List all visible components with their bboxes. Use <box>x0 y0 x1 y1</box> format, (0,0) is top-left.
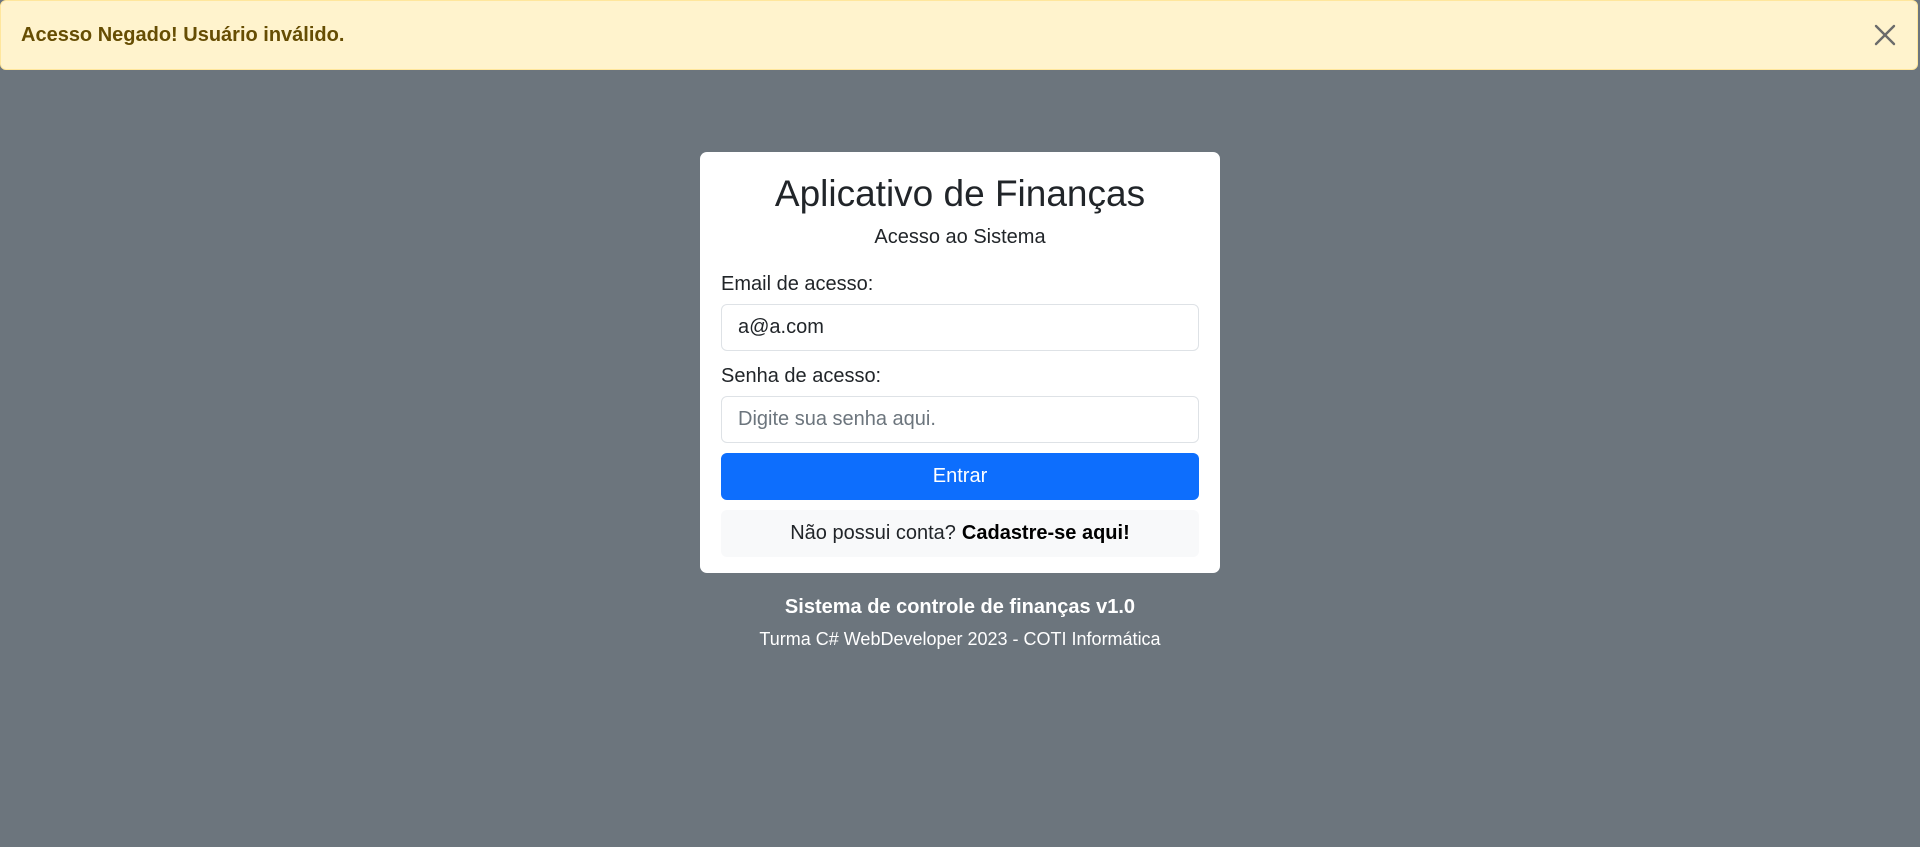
register-link[interactable]: Cadastre-se aqui! <box>962 522 1130 545</box>
login-subtitle: Acesso ao Sistema <box>874 226 1046 249</box>
app-title: Aplicativo de Finanças <box>774 173 1146 214</box>
email-field[interactable] <box>721 304 1199 352</box>
close-icon[interactable] <box>1871 21 1899 49</box>
footer-title: Sistema de controle de finanças v1.0 <box>784 596 1136 618</box>
password-field[interactable] <box>721 396 1199 444</box>
footer: Sistema de controle de finanças v1.0 Tur… <box>0 596 1920 650</box>
register-box: Não possui conta? Cadastre-se aqui! <box>721 510 1199 558</box>
footer-subtitle: Turma C# WebDeveloper 2023 - COTI Inform… <box>759 629 1161 649</box>
email-label: Email de acesso: <box>721 273 874 296</box>
access-denied-alert: Acesso Negado! Usuário inválido. <box>0 0 1918 70</box>
login-card: Aplicativo de Finanças Acesso ao Sistema… <box>700 152 1220 573</box>
password-label: Senha de acesso: <box>721 365 882 388</box>
register-prompt: Não possui conta? <box>790 522 956 545</box>
alert-message: Acesso Negado! Usuário inválido. <box>21 23 345 46</box>
login-button[interactable]: Entrar <box>721 453 1199 501</box>
